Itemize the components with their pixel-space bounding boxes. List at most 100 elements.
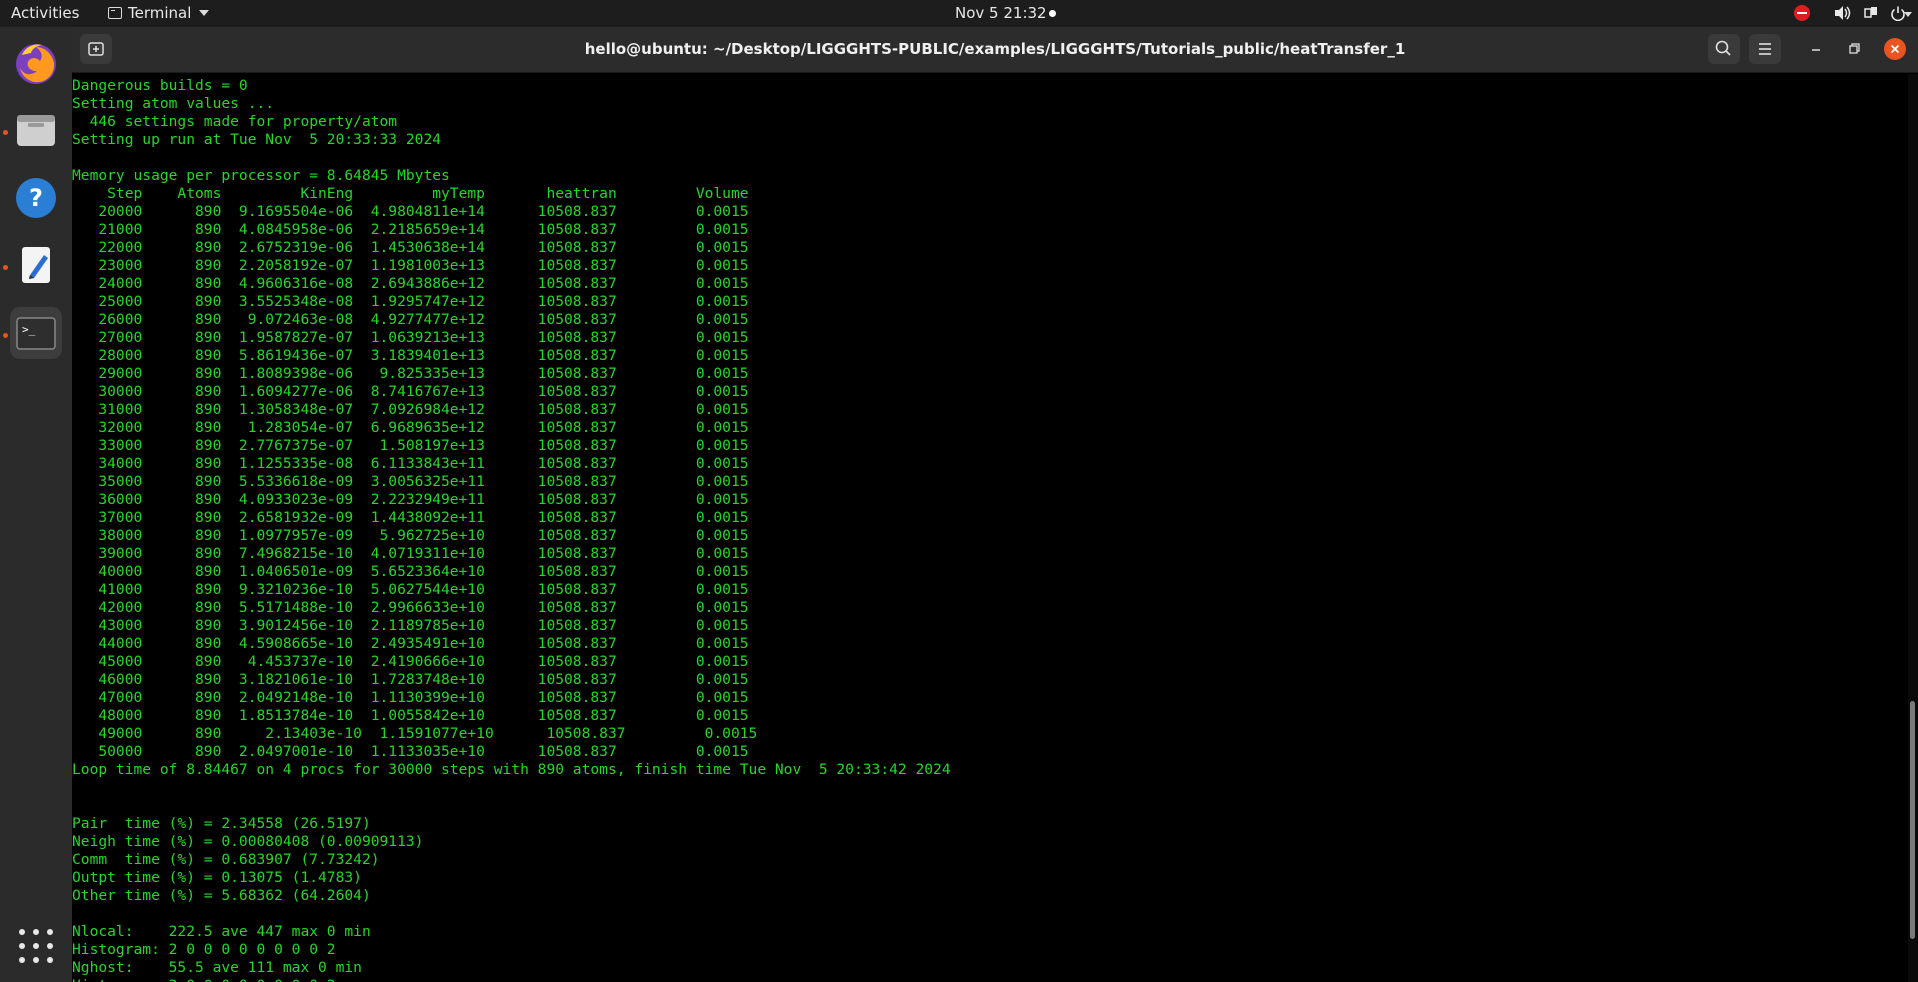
system-menu-caret-icon[interactable] bbox=[1904, 12, 1912, 17]
terminal-icon bbox=[108, 7, 122, 19]
firefox-icon bbox=[16, 44, 56, 84]
terminal-line: Setting up run at Tue Nov 5 20:33:33 202… bbox=[72, 131, 442, 148]
terminal-line: 42000 890 5.5171488e-10 2.9966633e+10 10… bbox=[72, 599, 758, 616]
grid-dot-icon bbox=[47, 943, 53, 949]
search-icon bbox=[1715, 40, 1731, 56]
terminal-line: 22000 890 2.6752319e-06 1.4530638e+14 10… bbox=[72, 239, 758, 256]
terminal-line: 35000 890 5.5336618e-09 3.0056325e+11 10… bbox=[72, 473, 758, 490]
dock-terminal[interactable]: >_ bbox=[10, 307, 62, 359]
search-button[interactable] bbox=[1708, 34, 1740, 64]
grid-dot-icon bbox=[33, 929, 39, 935]
terminal-line: 37000 890 2.6581932e-09 1.4438092e+11 10… bbox=[72, 509, 758, 526]
network-icon[interactable] bbox=[1863, 5, 1879, 21]
terminal-line: 31000 890 1.3058348e-07 7.0926984e+12 10… bbox=[72, 401, 758, 418]
terminal-line: 34000 890 1.1255335e-08 6.1133843e+11 10… bbox=[72, 455, 758, 472]
text-editor-icon bbox=[22, 247, 50, 283]
dock-files[interactable] bbox=[10, 104, 62, 156]
restore-icon bbox=[1849, 43, 1860, 54]
show-applications-button[interactable] bbox=[19, 929, 53, 963]
hamburger-menu-button[interactable] bbox=[1749, 34, 1781, 64]
terminal-line: Memory usage per processor = 8.64845 Mby… bbox=[72, 167, 450, 184]
terminal-line: 49000 890 2.13403e-10 1.1591077e+10 1050… bbox=[72, 725, 767, 742]
do-not-disturb-icon[interactable] bbox=[1794, 5, 1810, 21]
terminal-line: Neigh time (%) = 0.00080408 (0.00909113) bbox=[72, 833, 424, 850]
terminal-line: 45000 890 4.453737e-10 2.4190666e+10 105… bbox=[72, 653, 758, 670]
terminal-line: 21000 890 4.0845958e-06 2.2185659e+14 10… bbox=[72, 221, 758, 238]
terminal-line: Outpt time (%) = 0.13075 (1.4783) bbox=[72, 869, 362, 886]
terminal-line: 38000 890 1.0977957e-09 5.962725e+10 105… bbox=[72, 527, 758, 544]
help-icon: ? bbox=[16, 178, 56, 218]
running-indicator-dot bbox=[3, 333, 8, 338]
top-bar: Activities Terminal Nov 5 21:32 bbox=[0, 0, 1918, 27]
terminal-line: 39000 890 7.4968215e-10 4.0719311e+10 10… bbox=[72, 545, 758, 562]
terminal-line: 30000 890 1.6094277e-06 8.7416767e+13 10… bbox=[72, 383, 758, 400]
terminal-line: Histogram: 2 0 0 0 0 0 0 0 0 2 bbox=[72, 941, 336, 958]
terminal-line: 29000 890 1.8089398e-06 9.825335e+13 105… bbox=[72, 365, 758, 382]
terminal-line: 24000 890 4.9606316e-08 2.6943886e+12 10… bbox=[72, 275, 758, 292]
close-button[interactable] bbox=[1884, 38, 1906, 60]
app-menu[interactable]: Terminal bbox=[108, 4, 210, 22]
terminal-line: 25000 890 3.5525348e-08 1.9295747e+12 10… bbox=[72, 293, 758, 310]
hamburger-icon bbox=[1759, 43, 1771, 55]
terminal-output[interactable]: Dangerous builds = 0 Setting atom values … bbox=[72, 74, 1906, 982]
clock[interactable]: Nov 5 21:32 bbox=[955, 4, 1047, 22]
terminal-icon: >_ bbox=[16, 317, 56, 350]
minimize-icon bbox=[1812, 49, 1820, 51]
terminal-line: 46000 890 3.1821061e-10 1.7283748e+10 10… bbox=[72, 671, 758, 688]
terminal-line: 40000 890 1.0406501e-09 5.6523364e+10 10… bbox=[72, 563, 758, 580]
window-title: hello@ubuntu: ~/Desktop/LIGGGHTS-PUBLIC/… bbox=[584, 40, 1406, 58]
running-indicator-dot bbox=[3, 130, 8, 135]
volume-icon[interactable] bbox=[1834, 5, 1852, 21]
dock-help[interactable]: ? bbox=[10, 172, 62, 224]
chevron-down-icon bbox=[199, 10, 210, 16]
terminal-line: Dangerous builds = 0 bbox=[72, 77, 248, 94]
terminal-line: 28000 890 5.8619436e-07 3.1839401e+13 10… bbox=[72, 347, 758, 364]
terminal-line: Histogram: 2 0 0 0 0 0 0 0 0 2 bbox=[72, 977, 951, 982]
dock-text-editor[interactable] bbox=[10, 239, 62, 291]
terminal-line: Pair time (%) = 2.34558 (26.5197) bbox=[72, 815, 371, 832]
scrollbar-thumb[interactable] bbox=[1910, 701, 1915, 939]
grid-dot-icon bbox=[19, 943, 25, 949]
files-icon bbox=[17, 115, 55, 146]
terminal-line: 32000 890 1.283054e-07 6.9689635e+12 105… bbox=[72, 419, 758, 436]
terminal-line: Nghost: 55.5 ave 111 max 0 min bbox=[72, 959, 362, 976]
terminal-line: Step Atoms KinEng myTemp heattran Volume bbox=[72, 185, 758, 202]
dock-firefox[interactable] bbox=[10, 37, 62, 89]
terminal-line: Comm time (%) = 0.683907 (7.73242) bbox=[72, 851, 380, 868]
terminal-scrollbar[interactable] bbox=[1908, 74, 1918, 982]
terminal-line: 20000 890 9.1695504e-06 4.9804811e+14 10… bbox=[72, 203, 758, 220]
grid-dot-icon bbox=[33, 943, 39, 949]
svg-text:>_: >_ bbox=[22, 323, 36, 336]
terminal-line: 41000 890 9.3210236e-10 5.0627544e+10 10… bbox=[72, 581, 758, 598]
grid-dot-icon bbox=[47, 929, 53, 935]
terminal-line: Loop time of 8.84467 on 4 procs for 3000… bbox=[72, 761, 951, 778]
dock: ? >_ bbox=[0, 27, 72, 982]
notification-dot-icon bbox=[1049, 10, 1056, 17]
minimize-button[interactable] bbox=[1805, 38, 1827, 60]
activities-button[interactable]: Activities bbox=[11, 4, 79, 22]
terminal-line: 27000 890 1.9587827e-07 1.0639213e+13 10… bbox=[72, 329, 758, 346]
terminal-line: 43000 890 3.9012456e-10 2.1189785e+10 10… bbox=[72, 617, 758, 634]
terminal-line: 446 settings made for property/atom bbox=[72, 113, 398, 130]
terminal-line: Nlocal: 222.5 ave 447 max 0 min bbox=[72, 923, 371, 940]
window-title-bar[interactable]: hello@ubuntu: ~/Desktop/LIGGGHTS-PUBLIC/… bbox=[72, 27, 1918, 73]
terminal-line: 23000 890 2.2058192e-07 1.1981003e+13 10… bbox=[72, 257, 758, 274]
terminal-line: 44000 890 4.5908665e-10 2.4935491e+10 10… bbox=[72, 635, 758, 652]
running-indicator-dot bbox=[3, 265, 8, 270]
maximize-button[interactable] bbox=[1844, 38, 1866, 60]
terminal-line: 47000 890 2.0492148e-10 1.1130399e+10 10… bbox=[72, 689, 758, 706]
grid-dot-icon bbox=[19, 929, 25, 935]
close-icon bbox=[1890, 44, 1900, 54]
app-menu-label: Terminal bbox=[128, 4, 192, 22]
terminal-line: 48000 890 1.8513784e-10 1.0055842e+10 10… bbox=[72, 707, 758, 724]
svg-text:?: ? bbox=[29, 184, 43, 212]
terminal-line: 33000 890 2.7767375e-07 1.508197e+13 105… bbox=[72, 437, 758, 454]
terminal-text[interactable]: Dangerous builds = 0 Setting atom values … bbox=[72, 77, 951, 982]
grid-dot-icon bbox=[19, 957, 25, 963]
terminal-line: 26000 890 9.072463e-08 4.9277477e+12 105… bbox=[72, 311, 758, 328]
grid-dot-icon bbox=[47, 957, 53, 963]
